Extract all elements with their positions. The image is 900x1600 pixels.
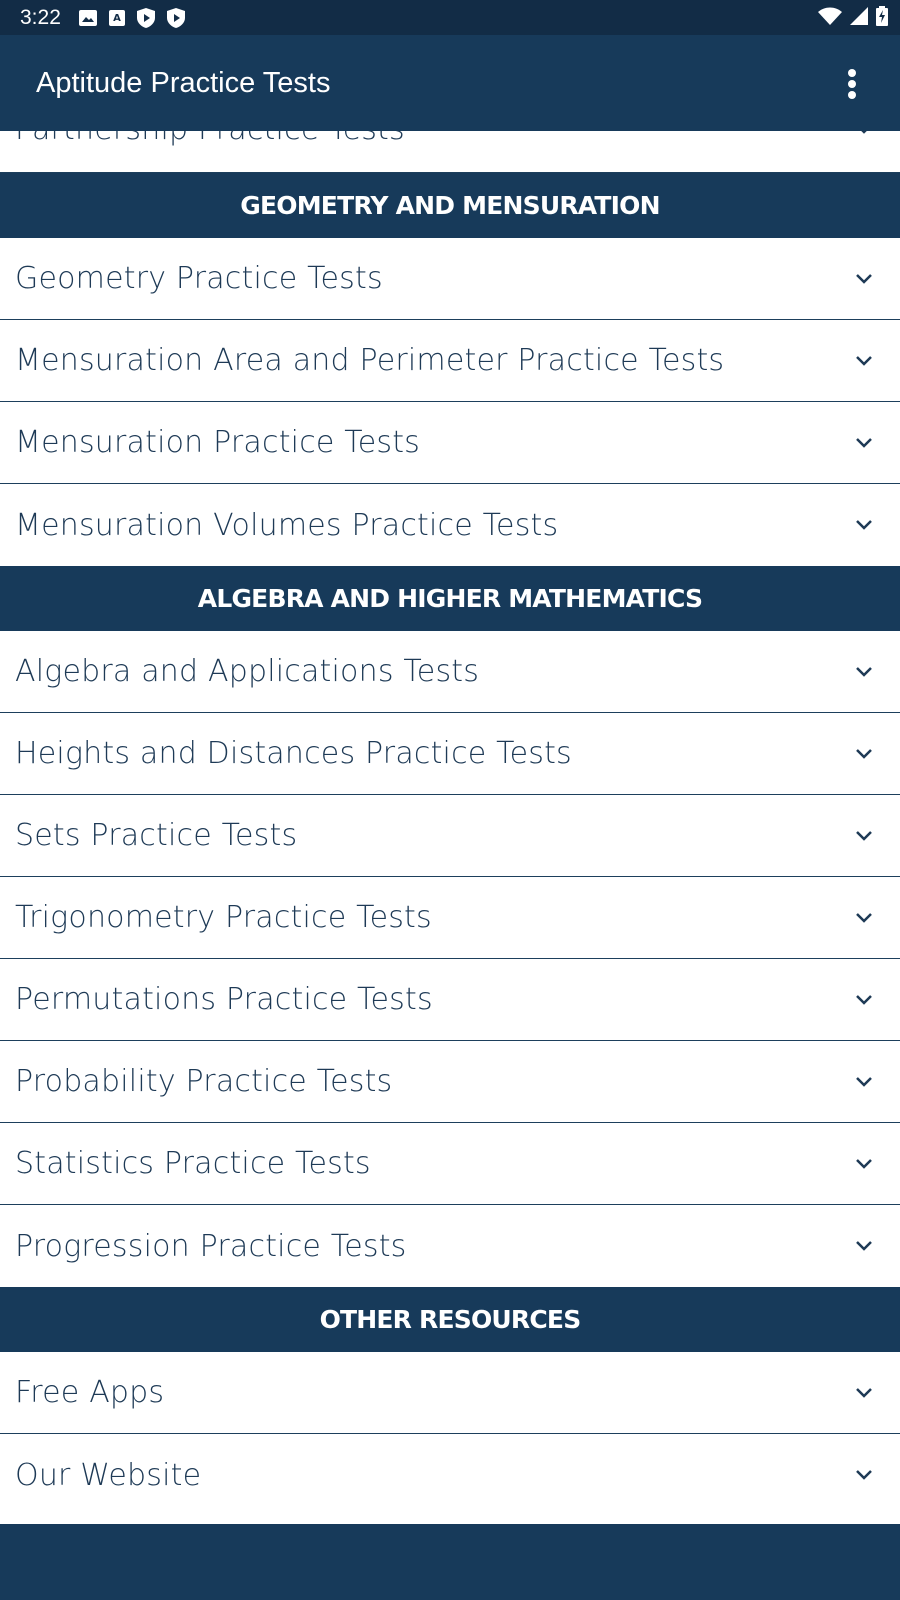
svg-text:A: A [113,13,121,24]
chevron-down-icon [856,1387,872,1398]
list-item[interactable]: Mensuration Practice Tests [0,402,900,484]
signal-icon [850,7,868,25]
chevron-down-icon [856,520,872,530]
chevron-down-icon [856,273,872,284]
play-shield-icon [136,7,155,28]
bottom-ad-bar [0,1524,900,1600]
item-label: Algebra and Applications Tests [15,654,480,689]
battery-charging-icon [876,6,888,26]
chevron-down-icon [856,748,872,759]
chevron-down-icon [856,830,872,841]
status-time: 3:22 [20,5,61,29]
item-label: Partnership Practice Tests [15,131,405,147]
content-list[interactable]: Partnership Practice Tests GEOMETRY AND … [0,131,900,1524]
wifi-icon [818,7,842,25]
list-item[interactable]: Permutations Practice Tests [0,959,900,1041]
section-header-other-resources: OTHER RESOURCES [0,1287,900,1352]
chevron-down-icon [856,1470,872,1480]
list-item[interactable]: Sets Practice Tests [0,795,900,877]
menu-dot [848,91,856,99]
list-item-partnership[interactable]: Partnership Practice Tests [0,131,900,173]
image-icon [78,9,97,26]
play-shield-icon [166,7,185,28]
list-item[interactable]: Free Apps [0,1352,900,1434]
item-label: Free Apps [15,1375,165,1410]
list-item[interactable]: Algebra and Applications Tests [0,631,900,713]
section-header-geometry: GEOMETRY AND MENSURATION [0,173,900,238]
app-bar: Aptitude Practice Tests [0,35,900,131]
accessibility-font-icon: A [108,9,125,26]
item-label: Sets Practice Tests [15,818,298,853]
chevron-down-icon [856,666,872,677]
list-item[interactable]: Trigonometry Practice Tests [0,877,900,959]
item-label: Permutations Practice Tests [15,982,433,1017]
list-item[interactable]: Our Website [0,1434,900,1516]
menu-dot [848,69,856,77]
section-header-algebra: ALGEBRA AND HIGHER MATHEMATICS [0,566,900,631]
item-label: Mensuration Practice Tests [15,425,420,460]
list-item[interactable]: Heights and Distances Practice Tests [0,713,900,795]
chevron-down-icon [856,994,872,1005]
chevron-down-icon [856,1158,872,1169]
chevron-down-icon [856,355,872,366]
notification-icons: A [78,7,185,28]
list-item[interactable]: Statistics Practice Tests [0,1123,900,1205]
item-label: Statistics Practice Tests [15,1146,371,1181]
item-label: Heights and Distances Practice Tests [15,736,572,771]
list-scroller: Partnership Practice Tests GEOMETRY AND … [0,131,900,1516]
item-label: Progression Practice Tests [15,1228,407,1264]
list-item[interactable]: Mensuration Volumes Practice Tests [0,484,900,566]
chevron-down-icon [856,1076,872,1087]
item-label: Trigonometry Practice Tests [15,900,432,935]
status-bar: 3:22 A [0,0,900,35]
chevron-down-icon [856,912,872,923]
chevron-down-icon [861,131,867,134]
section-title: GEOMETRY AND MENSURATION [240,191,660,220]
item-label: Probability Practice Tests [15,1064,393,1099]
app-title: Aptitude Practice Tests [36,66,331,99]
section-title: ALGEBRA AND HIGHER MATHEMATICS [197,584,703,613]
menu-dot [848,80,856,88]
more-vert-icon[interactable] [844,69,860,99]
chevron-down-icon [856,1241,872,1251]
item-label: Geometry Practice Tests [15,261,383,296]
system-icons [818,6,888,26]
list-item[interactable]: Probability Practice Tests [0,1041,900,1123]
item-label: Mensuration Volumes Practice Tests [15,507,559,543]
item-label: Mensuration Area and Perimeter Practice … [15,343,725,378]
list-item[interactable]: Progression Practice Tests [0,1205,900,1287]
list-item[interactable]: Mensuration Area and Perimeter Practice … [0,320,900,402]
chevron-down-icon [856,437,872,448]
section-title: OTHER RESOURCES [319,1305,582,1334]
item-label: Our Website [15,1457,202,1493]
list-item[interactable]: Geometry Practice Tests [0,238,900,320]
